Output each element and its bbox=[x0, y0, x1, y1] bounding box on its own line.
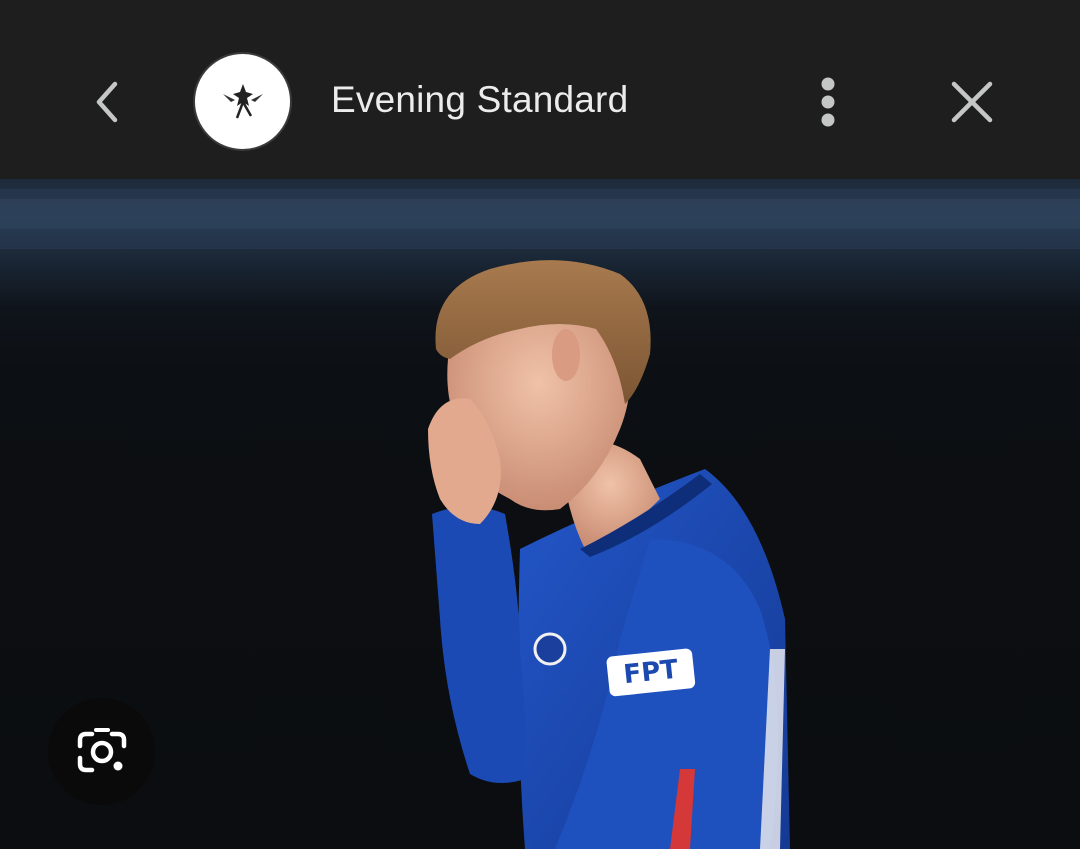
player-photo-illustration: FPT bbox=[0, 189, 1080, 849]
viewer-header: Evening Standard bbox=[0, 0, 1080, 179]
article-image[interactable]: FPT bbox=[0, 179, 1080, 849]
evening-standard-logo bbox=[222, 83, 263, 118]
more-vertical-icon bbox=[821, 77, 835, 127]
publisher-logo[interactable] bbox=[193, 52, 292, 151]
chevron-left-icon bbox=[96, 81, 118, 123]
publisher-name[interactable]: Evening Standard bbox=[331, 74, 628, 126]
google-lens-button[interactable] bbox=[48, 698, 155, 805]
more-options-button[interactable] bbox=[798, 70, 858, 134]
back-button[interactable] bbox=[78, 72, 138, 132]
google-lens-icon bbox=[77, 727, 126, 772]
svg-text:FPT: FPT bbox=[622, 655, 680, 691]
close-icon bbox=[951, 81, 993, 123]
close-button[interactable] bbox=[942, 72, 1002, 132]
